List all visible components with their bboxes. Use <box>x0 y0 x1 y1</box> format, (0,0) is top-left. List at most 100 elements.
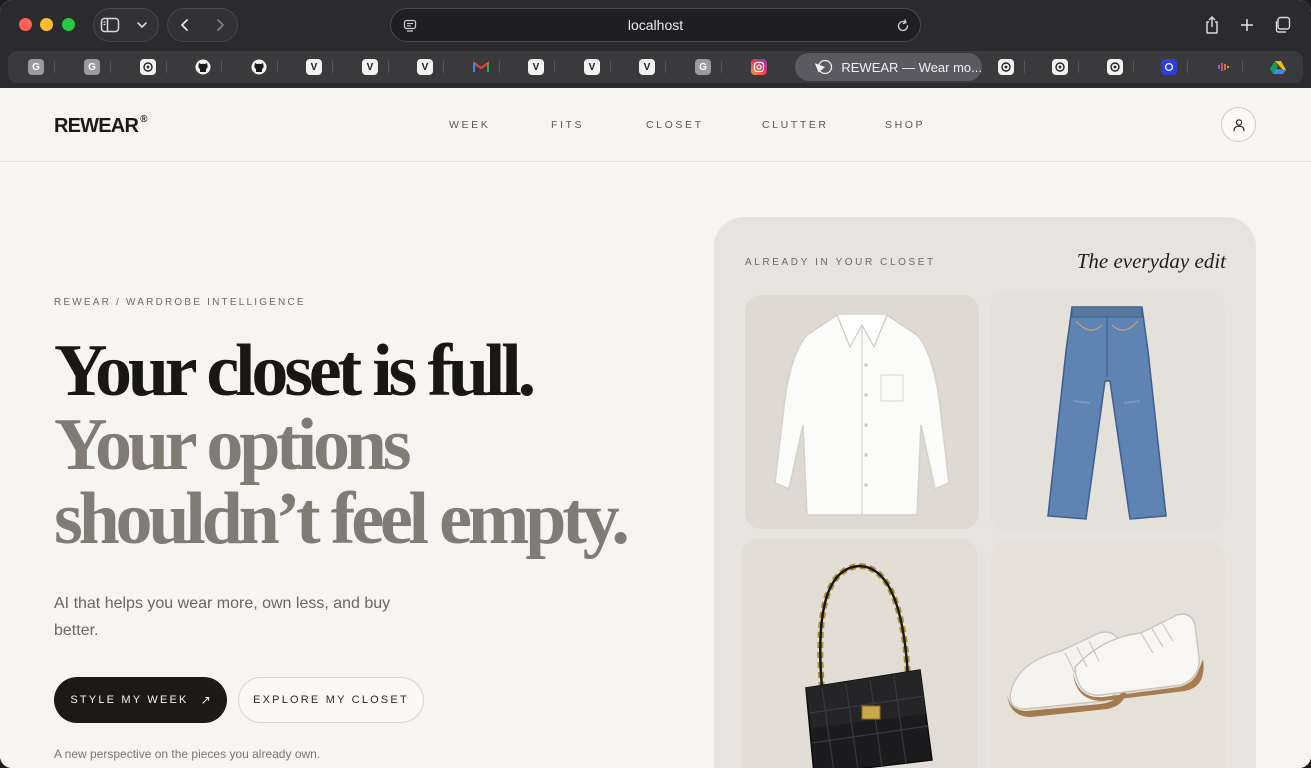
black-bag-image <box>805 562 933 768</box>
new-tab-button[interactable] <box>1232 10 1262 40</box>
pinned-tab-20[interactable] <box>1268 57 1288 77</box>
github-icon <box>251 59 267 75</box>
closet-item-black-bag[interactable] <box>742 538 977 768</box>
closet-card: ALREADY IN YOUR CLOSET The everyday edit <box>714 217 1256 768</box>
pinned-tab-5[interactable] <box>249 57 269 77</box>
rewear-favicon-icon <box>814 59 833 75</box>
pinned-tab-15[interactable] <box>996 57 1016 77</box>
sidebar-toggle-group <box>93 8 159 42</box>
pinned-tab-11[interactable]: V <box>582 57 602 77</box>
white-shirt-image <box>774 314 950 516</box>
logo-registered-mark: ® <box>140 114 147 126</box>
google-icon: G <box>695 59 711 75</box>
podcast-icon <box>1216 59 1232 75</box>
logo-text: REWEAR <box>54 115 139 137</box>
pinned-tab-8[interactable]: V <box>415 57 435 77</box>
user-icon <box>1232 118 1245 131</box>
openai-icon <box>1052 59 1068 75</box>
tab-separator <box>166 61 167 73</box>
nav-clutter[interactable]: CLUTTER <box>762 119 829 131</box>
pinned-tab-bar: REWEAR — Wear mo... G G V V V V V V G <box>8 51 1303 83</box>
pinned-tab-19[interactable] <box>1214 57 1234 77</box>
reload-icon[interactable] <box>892 15 914 37</box>
url-text[interactable]: localhost <box>391 17 920 33</box>
headline-line-1: Your closet is full. <box>54 330 536 412</box>
tab-separator <box>665 61 666 73</box>
active-tab[interactable]: REWEAR — Wear mo... <box>795 53 982 81</box>
google-drive-icon <box>1270 59 1286 75</box>
zoom-window-button[interactable] <box>62 18 75 31</box>
tab-separator <box>1078 61 1079 73</box>
site-logo[interactable]: REWEAR ® <box>54 114 147 138</box>
close-window-button[interactable] <box>19 18 32 31</box>
pinned-tab-13[interactable]: G <box>693 57 713 77</box>
tab-separator <box>443 61 444 73</box>
tab-overview-icon <box>1275 16 1291 33</box>
pinned-tab-17[interactable] <box>1105 57 1125 77</box>
v-icon: V <box>306 59 322 75</box>
tab-separator <box>388 61 389 73</box>
pinned-tab-4[interactable] <box>193 57 213 77</box>
google-icon: G <box>28 59 44 75</box>
pinned-tab-7[interactable]: V <box>360 57 380 77</box>
pinned-tab-6[interactable]: V <box>304 57 324 77</box>
closet-item-white-shirt[interactable] <box>745 295 979 529</box>
minimize-window-button[interactable] <box>40 18 53 31</box>
browser-chrome: localhost REWEAR — Wear mo... G G V V V V V V G <box>0 0 1311 88</box>
openai-icon <box>140 59 156 75</box>
web-page: REWEAR ® WEEK FITS CLOSET CLUTTER SHOP RE… <box>0 88 1311 768</box>
nav-closet[interactable]: CLOSET <box>646 119 704 131</box>
blue-jeans-image <box>1047 306 1167 520</box>
openai-icon <box>1107 59 1123 75</box>
pinned-tab-3[interactable] <box>138 57 158 77</box>
pinned-tab-12[interactable]: V <box>637 57 657 77</box>
hero-headline: Your closet is full. Your options should… <box>54 330 630 560</box>
closet-card-title: The everyday edit <box>1076 249 1226 273</box>
address-bar[interactable]: localhost <box>390 8 921 42</box>
openai-icon <box>998 59 1014 75</box>
pinned-tab-14[interactable] <box>749 57 769 77</box>
tab-separator <box>221 61 222 73</box>
tab-separator <box>1187 61 1188 73</box>
pinned-tab-9[interactable] <box>471 57 491 77</box>
headline-line-2: Your options <box>54 404 412 486</box>
site-header: REWEAR ® WEEK FITS CLOSET CLUTTER SHOP <box>0 88 1311 162</box>
share-button[interactable] <box>1197 10 1227 40</box>
browser-window: localhost REWEAR — Wear mo... G G V V V V V V G <box>0 0 1311 768</box>
page-menu-icon[interactable] <box>399 15 421 37</box>
tab-separator <box>54 61 55 73</box>
nav-shop[interactable]: SHOP <box>885 119 925 131</box>
v-icon: V <box>639 59 655 75</box>
gmail-icon <box>473 59 489 75</box>
tab-separator <box>277 61 278 73</box>
pinned-tab-16[interactable] <box>1050 57 1070 77</box>
tab-separator <box>332 61 333 73</box>
closet-item-white-sneakers[interactable] <box>991 541 1225 768</box>
headline-line-3: shouldn’t feel empty. <box>54 478 630 560</box>
style-my-week-label: STYLE MY WEEK <box>70 694 189 706</box>
nav-week[interactable]: WEEK <box>449 119 490 131</box>
tab-group-menu-button[interactable] <box>126 9 158 41</box>
v-icon: V <box>362 59 378 75</box>
chevron-right-icon <box>216 19 224 31</box>
back-button[interactable] <box>168 9 203 41</box>
arrow-up-right-icon: ↗ <box>200 693 211 707</box>
tab-separator <box>554 61 555 73</box>
tab-overview-button[interactable] <box>1267 10 1297 40</box>
explore-my-closet-button[interactable]: EXPLORE MY CLOSET <box>238 677 424 723</box>
active-tab-title: REWEAR — Wear mo... <box>841 59 982 75</box>
pinned-tab-18[interactable] <box>1159 57 1179 77</box>
hero-subtext: AI that helps you wear more, own less, a… <box>54 595 391 639</box>
tab-separator <box>1133 61 1134 73</box>
sidebar-toggle-button[interactable] <box>94 9 126 41</box>
pinned-tab-1[interactable]: G <box>26 57 46 77</box>
nav-fits[interactable]: FITS <box>551 119 584 131</box>
pinned-tab-10[interactable]: V <box>526 57 546 77</box>
pinned-tab-2[interactable]: G <box>82 57 102 77</box>
closet-card-eyebrow: ALREADY IN YOUR CLOSET <box>745 257 936 268</box>
style-my-week-button[interactable]: STYLE MY WEEK ↗ <box>54 677 227 723</box>
closet-item-blue-jeans[interactable] <box>990 291 1225 531</box>
account-button[interactable] <box>1221 107 1256 142</box>
forward-button[interactable] <box>203 9 238 41</box>
history-nav-group <box>167 8 238 42</box>
